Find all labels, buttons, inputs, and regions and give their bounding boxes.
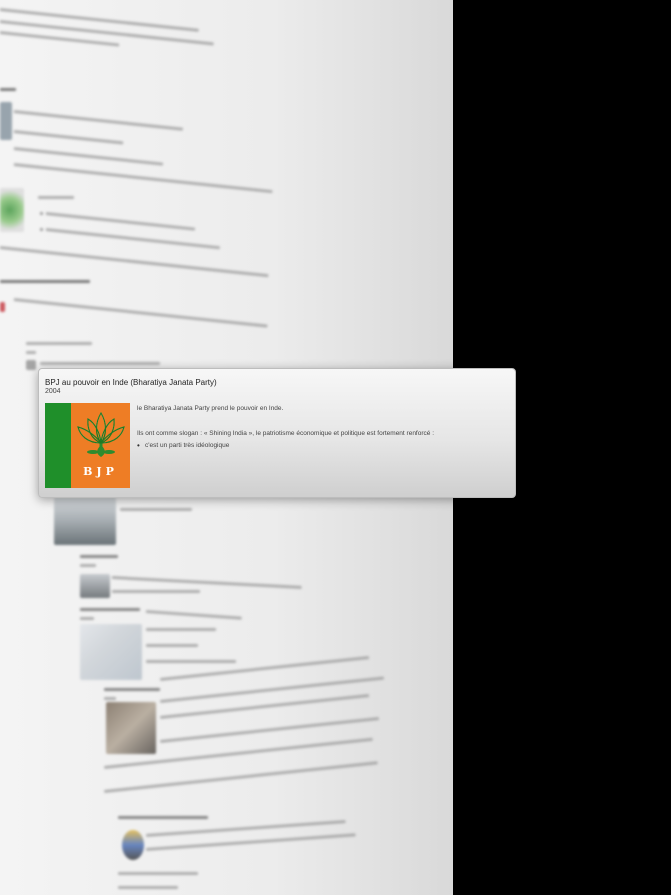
popup-description: le Bharatiya Janata Party prend le pouvo… xyxy=(137,405,507,450)
popup-title: BPJ au pouvoir en Inde (Bharatiya Janata… xyxy=(45,378,217,387)
bjp-logo: BJP xyxy=(45,403,130,488)
popup-year: 2004 xyxy=(45,388,61,395)
logo-text: BJP xyxy=(83,465,118,478)
popup-paragraph-2: Ils ont comme slogan : « Shining India »… xyxy=(137,430,434,437)
popup-paragraph-1: le Bharatiya Janata Party prend le pouvo… xyxy=(137,405,284,412)
lotus-icon xyxy=(77,411,125,457)
popup-bullet-item: c'est un parti très idéologique xyxy=(137,441,507,450)
event-popup-card[interactable]: BPJ au pouvoir en Inde (Bharatiya Janata… xyxy=(38,368,516,498)
